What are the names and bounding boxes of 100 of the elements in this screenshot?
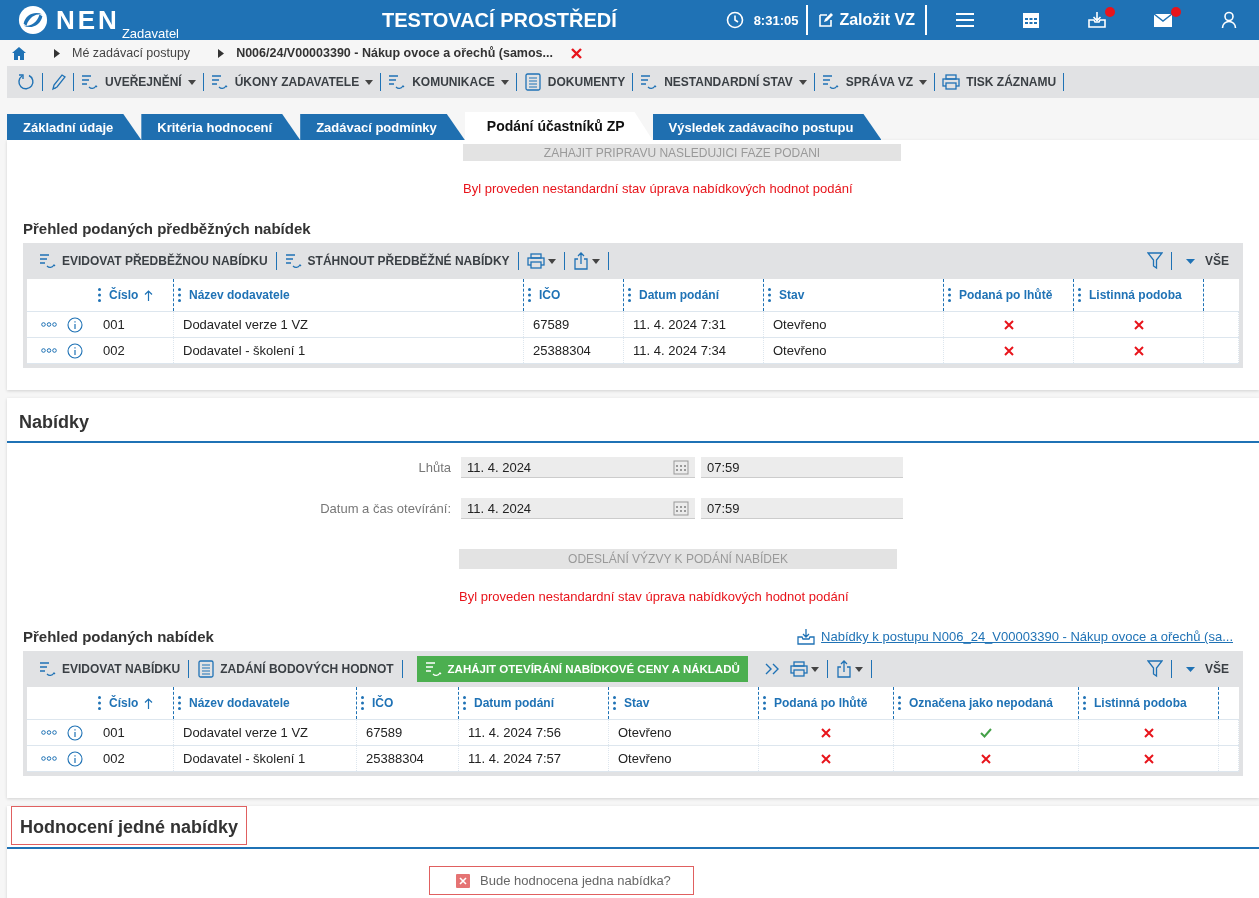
date-field[interactable]: 11. 4. 2024	[461, 498, 695, 519]
filter-dropdown[interactable]: VŠE	[1186, 662, 1229, 676]
toolbar-button[interactable]: TISK ZÁZNAMU	[942, 73, 1057, 91]
share-icon	[835, 660, 852, 678]
download-icon[interactable]	[797, 628, 816, 645]
close-icon[interactable]	[570, 47, 582, 59]
print-menu-button[interactable]	[789, 660, 819, 678]
column-header[interactable]: Datum podání	[459, 687, 609, 719]
lines-arrow-icon	[424, 661, 443, 677]
toolbar-button[interactable]: NESTANDARDNÍ STAV	[640, 74, 807, 90]
user-icon[interactable]	[1221, 11, 1237, 29]
kebab-icon[interactable]	[1078, 288, 1081, 302]
column-header[interactable]: Listinná podoba	[1074, 279, 1204, 311]
column-header[interactable]: Název dodavatele	[174, 687, 357, 719]
kebab-icon[interactable]	[1083, 696, 1086, 710]
kebab-icon[interactable]	[528, 288, 531, 302]
column-header[interactable]: Označena jako nepodaná	[894, 687, 1079, 719]
checkbox-field[interactable]: Bude hodnocena jedna nabídka?	[429, 866, 694, 895]
more-options-icon[interactable]	[41, 322, 57, 327]
column-header[interactable]: Stav	[764, 279, 944, 311]
home-icon[interactable]	[12, 46, 26, 60]
kebab-icon[interactable]	[361, 696, 364, 710]
info-icon[interactable]	[67, 342, 83, 359]
column-header[interactable]: IČO	[357, 687, 459, 719]
warning-message: Byl proveden nestandardní stav úprava nabídkových hodnot podání	[463, 181, 853, 196]
column-header[interactable]: Číslo	[94, 279, 174, 311]
export-menu-button[interactable]	[835, 660, 863, 678]
column-header[interactable]: Datum podání	[624, 279, 764, 311]
kebab-icon[interactable]	[763, 696, 766, 710]
lines-arrow-icon	[388, 74, 407, 90]
date-field[interactable]: 11. 4. 2024	[461, 457, 695, 478]
info-icon[interactable]	[67, 316, 83, 333]
kebab-icon[interactable]	[463, 696, 466, 710]
grid-action-button[interactable]: STÁHNOUT PŘEDBĚŽNÉ NABÍDKY	[284, 248, 510, 274]
more-options-icon[interactable]	[41, 756, 57, 761]
refresh-icon[interactable]	[17, 73, 35, 91]
time-field[interactable]: 07:59	[701, 457, 903, 478]
table-cell: 11. 4. 2024 7:34	[633, 343, 726, 358]
toolbar-button[interactable]: KOMUNIKACE	[388, 74, 509, 90]
menu-icon[interactable]	[955, 11, 975, 29]
print-menu-button[interactable]	[526, 252, 556, 270]
column-header[interactable]: Stav	[609, 687, 759, 719]
kebab-icon[interactable]	[898, 696, 901, 710]
column-header[interactable]: Podaná po lhůtě	[759, 687, 894, 719]
time-field[interactable]: 07:59	[701, 498, 903, 519]
kebab-icon[interactable]	[613, 696, 616, 710]
column-header[interactable]: IČO	[524, 279, 624, 311]
toolbar-button[interactable]: SPRÁVA VZ	[821, 74, 928, 90]
checkbox-label: Bude hodnocena jedna nabídka?	[480, 873, 671, 888]
export-menu-button[interactable]	[572, 252, 600, 270]
column-header[interactable]: Listinná podoba	[1079, 687, 1219, 719]
create-button[interactable]: Založit VZ	[816, 7, 917, 33]
kebab-icon[interactable]	[98, 696, 101, 710]
tab[interactable]: Základní údaje	[7, 114, 142, 140]
kebab-icon[interactable]	[178, 696, 181, 710]
warning-message: Byl proveden nestandardní stav úprava nabídkových hodnot podání	[459, 589, 849, 604]
more-options-icon[interactable]	[41, 730, 57, 735]
calendar-icon[interactable]	[1022, 11, 1040, 29]
checkbox[interactable]	[456, 873, 470, 888]
kebab-icon[interactable]	[178, 288, 181, 302]
download-link[interactable]: Nabídky k postupu N006_24_V00003390 - Nákup ovoce a ořechů (sa...	[821, 629, 1233, 644]
chevron-icon	[54, 48, 60, 58]
kebab-icon[interactable]	[768, 288, 771, 302]
kebab-icon[interactable]	[628, 288, 631, 302]
grid-action-button[interactable]: EVIDOVAT NABÍDKU	[39, 656, 181, 682]
info-icon[interactable]	[67, 750, 83, 767]
toolbar-button[interactable]: DOKUMENTY	[523, 73, 626, 91]
inbox-icon[interactable]	[1087, 11, 1107, 29]
column-header[interactable]: Číslo	[94, 687, 174, 719]
grid-title: Přehled podaných nabídek	[23, 628, 214, 645]
tab[interactable]: Podání účastníků ZP	[464, 112, 653, 140]
filter-dropdown[interactable]: VŠE	[1186, 254, 1229, 268]
lines-arrow-icon	[640, 74, 659, 90]
tab[interactable]: Kritéria hodnocení	[141, 114, 301, 140]
breadcrumb-link[interactable]: N006/24/V00003390 - Nákup ovoce a ořechů (samos...	[236, 46, 553, 60]
table-cell: Dodavatel verze 1 VZ	[183, 725, 308, 740]
tab[interactable]: Výsledek zadávacího postupu	[652, 114, 882, 140]
caret-icon	[591, 258, 600, 264]
start-opening-button[interactable]: ZAHÁJIT OTEVÍRÁNÍ NABÍDKOVÉ CENY A NÁKLADŮ	[416, 656, 748, 682]
filter-icon[interactable]	[1147, 252, 1163, 270]
kebab-icon[interactable]	[948, 288, 951, 302]
toolbar-button[interactable]: UVEŘEJNĚNÍ	[81, 74, 196, 90]
edit-icon	[818, 12, 835, 28]
pencil-icon[interactable]	[50, 73, 66, 91]
filter-icon[interactable]	[1147, 660, 1163, 678]
info-icon[interactable]	[67, 724, 83, 741]
grid-action-button[interactable]: ZADÁNÍ BODOVÝCH HODNOT	[197, 656, 394, 682]
tab[interactable]: Zadávací podmínky	[300, 114, 465, 140]
grid-action-button[interactable]: EVIDOVAT PŘEDBĚŽNOU NABÍDKU	[39, 248, 268, 274]
table-cell: 25388304	[366, 751, 424, 766]
column-header[interactable]: Podaná po lhůtě	[944, 279, 1074, 311]
table-cell: Dodavatel verze 1 VZ	[183, 317, 308, 332]
column-header[interactable]: Název dodavatele	[174, 279, 524, 311]
kebab-icon[interactable]	[98, 288, 101, 302]
mail-icon[interactable]	[1153, 12, 1173, 28]
more-options-icon[interactable]	[41, 348, 57, 353]
breadcrumb-link[interactable]: Mé zadávací postupy	[72, 46, 191, 60]
printer-icon	[526, 252, 545, 270]
table-cell: 002	[103, 751, 125, 766]
toolbar-button[interactable]: ÚKONY ZADAVATELE	[210, 74, 374, 90]
